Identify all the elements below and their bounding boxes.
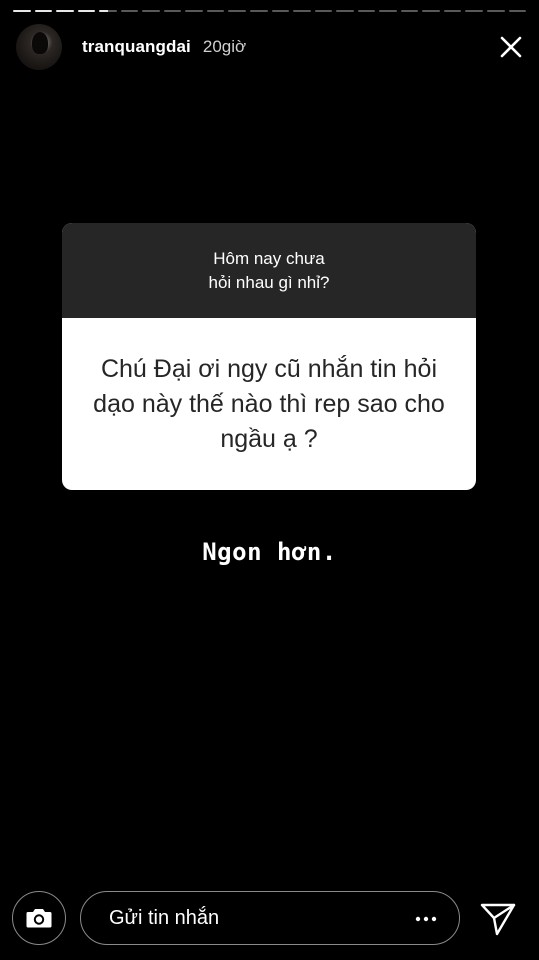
close-icon[interactable] <box>497 33 525 61</box>
story-progress-segment <box>400 10 419 12</box>
story-progress-segment <box>443 10 462 12</box>
story-progress-segment <box>120 10 139 12</box>
story-progress-segment <box>293 10 311 12</box>
message-input[interactable]: Gửi tin nhắn <box>80 891 460 945</box>
avatar[interactable] <box>16 24 62 70</box>
camera-icon <box>26 909 52 928</box>
story-progress-bar <box>13 10 527 12</box>
question-prompt-text: Hôm nay chưa hỏi nhau gì nhỉ? <box>208 248 330 292</box>
story-progress-segment <box>314 10 333 12</box>
story-progress-segment <box>185 10 203 12</box>
post-time: 20giờ <box>202 37 247 56</box>
username[interactable]: tranquangdai <box>82 37 191 57</box>
question-sticker[interactable]: Hôm nay chưa hỏi nhau gì nhỉ? Chú Đại ơi… <box>62 223 476 490</box>
story-progress-segment <box>336 10 354 12</box>
story-progress-segment <box>142 10 160 12</box>
story-progress-segment <box>487 10 505 12</box>
story-progress-segment <box>271 10 290 12</box>
message-placeholder: Gửi tin nhắn <box>109 906 220 929</box>
story-progress-segment <box>56 10 74 12</box>
question-text: Chú Đại ơi ngy cũ nhắn tin hỏi dạo này t… <box>93 354 445 453</box>
reply-text: Ngon hơn. <box>202 538 337 566</box>
story-progress-segment <box>34 10 53 12</box>
story-progress-segment <box>422 10 440 12</box>
story-progress-segment <box>228 10 247 12</box>
more-dots-icon[interactable] <box>415 909 437 927</box>
story-header: tranquangdai 20giờ <box>16 24 525 70</box>
story-progress-segment <box>163 10 182 12</box>
question-answer: Chú Đại ơi ngy cũ nhắn tin hỏi dạo này t… <box>62 318 476 490</box>
story-progress-segment <box>379 10 397 12</box>
send-icon <box>480 903 516 936</box>
story-progress-segment <box>508 10 527 12</box>
question-prompt: Hôm nay chưa hỏi nhau gì nhỉ? <box>62 223 476 318</box>
camera-button[interactable] <box>12 891 66 945</box>
story-progress-segment <box>465 10 484 12</box>
story-progress-segment <box>13 10 31 12</box>
story-progress-segment <box>77 10 96 12</box>
story-progress-segment <box>206 10 225 12</box>
story-progress-segment <box>357 10 376 12</box>
story-progress-segment <box>250 10 268 12</box>
story-progress-segment <box>99 10 117 12</box>
send-button[interactable] <box>478 899 518 939</box>
